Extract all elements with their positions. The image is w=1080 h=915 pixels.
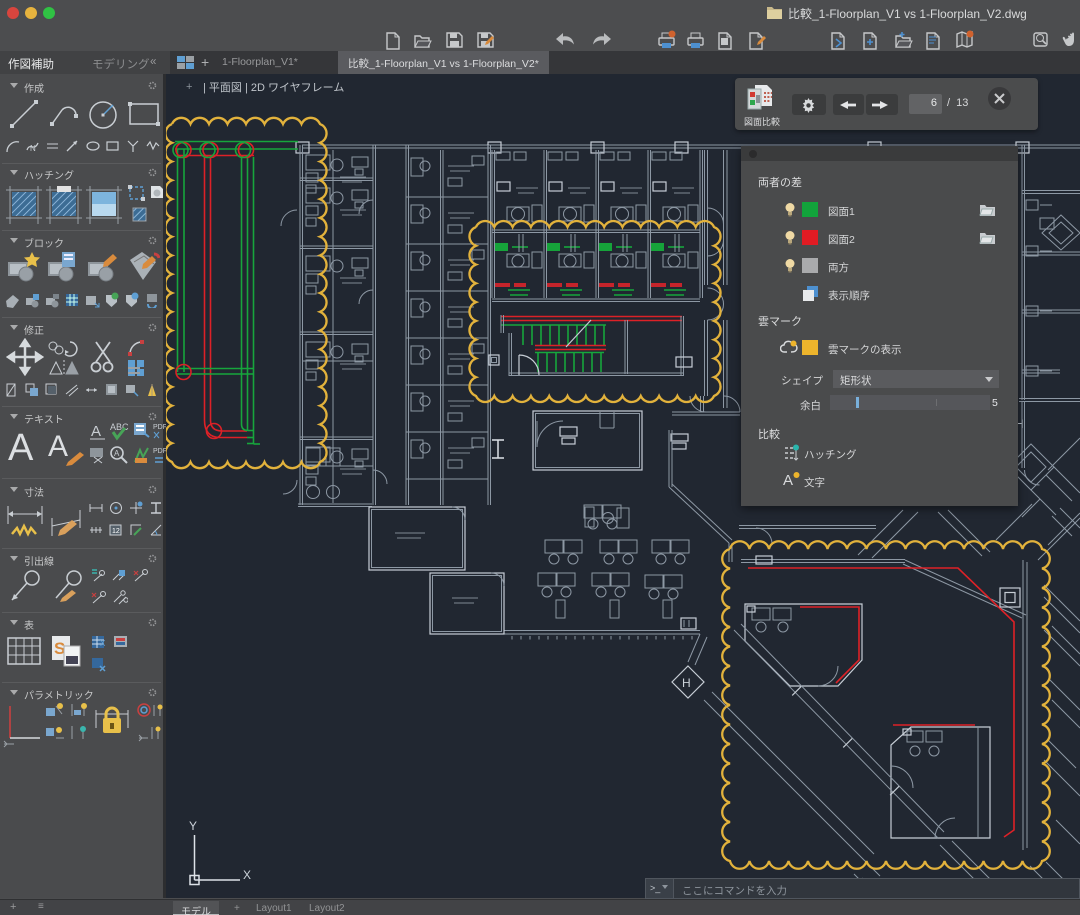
svg-text:A: A	[8, 427, 34, 468]
svg-text:ABC: ABC	[110, 422, 129, 432]
svg-text:H: H	[682, 676, 691, 690]
svg-text:N: N	[30, 144, 36, 153]
svg-text:A: A	[48, 430, 68, 463]
svg-text:A: A	[783, 472, 793, 488]
svg-text:Y: Y	[189, 819, 197, 833]
svg-text:PDF: PDF	[153, 424, 166, 431]
svg-text:X: X	[100, 639, 106, 648]
svg-text:12: 12	[112, 528, 120, 535]
svg-text:A: A	[91, 423, 101, 440]
svg-text:A: A	[114, 449, 120, 458]
svg-text:PDF: PDF	[153, 448, 166, 455]
svg-text:X: X	[243, 868, 251, 882]
